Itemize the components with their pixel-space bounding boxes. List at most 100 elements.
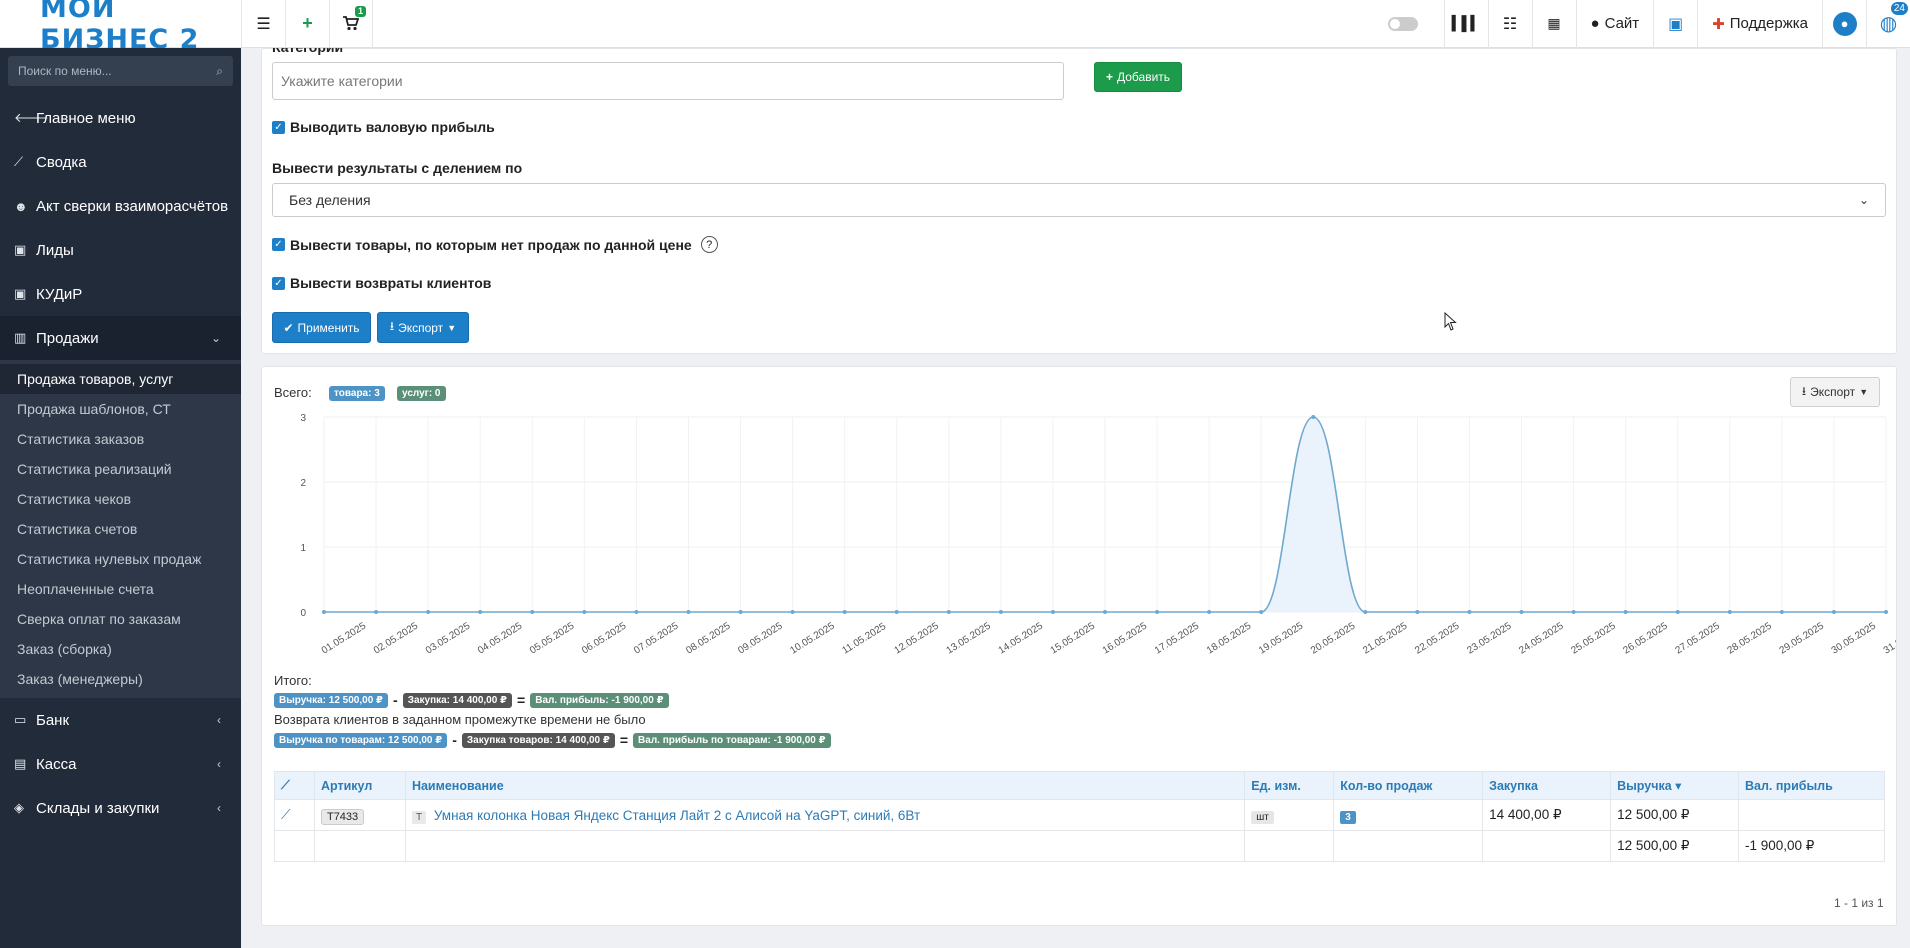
chevron-down-icon: ⌄ bbox=[210, 331, 221, 345]
data-point bbox=[1363, 610, 1368, 614]
itogo-label: Итого: bbox=[274, 673, 312, 688]
sidebar-item-sales[interactable]: ▥ Продажи ⌄ bbox=[0, 316, 241, 360]
empty-cell bbox=[1333, 830, 1484, 862]
checkbox-checked-icon: ✓ bbox=[272, 238, 285, 251]
qty-badge: 3 bbox=[1340, 810, 1356, 824]
submenu-item[interactable]: Неоплаченные счета bbox=[0, 574, 241, 604]
division-select[interactable]: Без деления ⌄ bbox=[272, 183, 1886, 217]
user-button[interactable]: ● bbox=[1822, 0, 1866, 48]
submenu-item[interactable]: Статистика чеков bbox=[0, 484, 241, 514]
y-tick-label: 2 bbox=[300, 478, 306, 489]
qty-cell: 3 bbox=[1333, 799, 1484, 831]
column-header-qty[interactable]: Кол-во продаж bbox=[1333, 771, 1484, 800]
data-point bbox=[842, 610, 847, 614]
barcode-icon: ▍▌▍ bbox=[1451, 15, 1481, 31]
submenu-item[interactable]: Заказ (менеджеры) bbox=[0, 664, 241, 694]
list-button[interactable]: ☷ bbox=[1487, 0, 1532, 48]
support-link[interactable]: ✚ Поддержка bbox=[1697, 0, 1822, 48]
data-point bbox=[946, 610, 951, 614]
sidebar-item-kudir[interactable]: ▣ КУДиР bbox=[0, 272, 241, 316]
sidebar-item-cash[interactable]: ▤ Касса ‹ bbox=[0, 742, 241, 786]
export-dropdown-button[interactable]: ⭳ Экспорт ▼ bbox=[377, 312, 469, 343]
app-button[interactable]: ▣ bbox=[1653, 0, 1697, 48]
y-tick-label: 1 bbox=[300, 543, 306, 554]
column-header-revenue[interactable]: Выручка ▾ bbox=[1610, 771, 1740, 800]
sidebar-item-reconciliation[interactable]: ☻ Акт сверки взаиморасчётов bbox=[0, 184, 241, 228]
chart-line-icon: ⟋ bbox=[14, 154, 24, 169]
column-header-name[interactable]: Наименование bbox=[404, 771, 1246, 800]
data-point bbox=[894, 610, 899, 614]
calendar-button[interactable]: ▦ bbox=[1531, 0, 1576, 48]
logo[interactable]: МОЙ БИЗНЕС 2 bbox=[0, 0, 241, 55]
no-sales-checkbox[interactable]: ✓ Вывести товары, по которым нет продаж … bbox=[272, 236, 718, 253]
top-bar: МОЙ БИЗНЕС 2 ☰ + 1 ▍▌▍ ☷ ▦ ● Сайт ▣ ✚ По… bbox=[0, 0, 1910, 55]
submenu-item[interactable]: Сверка оплат по заказам bbox=[0, 604, 241, 634]
submenu-item[interactable]: Статистика нулевых продаж bbox=[0, 544, 241, 574]
x-tick-label: 26.05.2025 bbox=[1621, 620, 1670, 655]
plus-icon: + bbox=[1105, 70, 1113, 84]
x-tick-label: 08.05.2025 bbox=[684, 620, 733, 655]
submenu-item[interactable]: Статистика счетов bbox=[0, 514, 241, 544]
add-button[interactable]: + bbox=[285, 0, 329, 48]
data-point bbox=[530, 610, 535, 614]
checkbox-checked-icon: ✓ bbox=[272, 276, 285, 290]
row-chart-cell[interactable]: ⟋ bbox=[274, 799, 315, 831]
product-link[interactable]: Умная колонка Новая Яндекс Станция Лайт … bbox=[434, 808, 920, 823]
chart-line-icon: ⟋ bbox=[281, 807, 291, 822]
data-point bbox=[1103, 610, 1107, 614]
sidebar-item-warehouses[interactable]: ◈ Склады и закупки ‹ bbox=[0, 786, 241, 830]
theme-toggle[interactable] bbox=[1387, 16, 1418, 31]
chevron-left-icon: ‹ bbox=[217, 757, 221, 771]
barcode-button[interactable]: ▍▌▍ bbox=[1443, 0, 1488, 48]
apply-button-label: Применить bbox=[297, 320, 360, 335]
medkit-icon: ✚ bbox=[1712, 15, 1725, 33]
add-category-button[interactable]: + Добавить bbox=[1094, 62, 1182, 92]
revenue-badge: Выручка: 12 500,00 ₽ bbox=[274, 692, 389, 708]
submenu-item[interactable]: Статистика заказов bbox=[0, 424, 241, 454]
x-tick-label: 12.05.2025 bbox=[892, 620, 941, 655]
pagination-info: 1 - 1 из 1 bbox=[1834, 896, 1884, 910]
categories-input[interactable]: Укажите категории bbox=[272, 62, 1064, 100]
column-header-purchase[interactable]: Закупка bbox=[1482, 771, 1612, 800]
site-link[interactable]: ● Сайт bbox=[1575, 0, 1654, 48]
menu-search-input[interactable]: Поиск по меню... ⌕ bbox=[8, 56, 233, 86]
notifications-button[interactable]: ◍ 24 bbox=[1866, 0, 1910, 48]
data-point bbox=[686, 610, 691, 614]
column-header-profit[interactable]: Вал. прибыль bbox=[1738, 771, 1885, 800]
submenu-item[interactable]: Заказ (сборка) bbox=[0, 634, 241, 664]
chevron-left-icon: ‹ bbox=[217, 801, 221, 815]
returns-checkbox[interactable]: ✓ Вывести возвраты клиентов bbox=[272, 275, 491, 291]
column-header-unit[interactable]: Ед. изм. bbox=[1244, 771, 1335, 800]
sidebar-item-summary[interactable]: ⟋ Сводка bbox=[0, 140, 241, 184]
x-tick-label: 23.05.2025 bbox=[1465, 620, 1514, 655]
column-header-article[interactable]: Артикул bbox=[313, 771, 406, 800]
credit-card-icon: ▭ bbox=[14, 712, 27, 727]
help-icon[interactable]: ? bbox=[700, 236, 718, 253]
cart-button[interactable]: 1 bbox=[329, 0, 373, 48]
data-point bbox=[1259, 610, 1264, 614]
column-header-chart[interactable]: ⟋ bbox=[274, 771, 315, 800]
menu-toggle-button[interactable]: ☰ bbox=[241, 0, 285, 48]
gross-profit-goods-badge: Вал. прибыль по товарам: -1 900,00 ₽ bbox=[633, 732, 831, 748]
sidebar-item-bank[interactable]: ▭ Банк ‹ bbox=[0, 698, 241, 742]
empty-cell bbox=[404, 830, 1246, 862]
submenu-item[interactable]: Продажа шаблонов, СТ bbox=[0, 394, 241, 424]
sidebar-item-leads[interactable]: ▣ Лиды bbox=[0, 228, 241, 272]
bar-chart-icon: ▥ bbox=[14, 330, 27, 345]
x-tick-label: 05.05.2025 bbox=[528, 620, 577, 655]
x-tick-label: 07.05.2025 bbox=[632, 620, 681, 655]
x-tick-label: 19.05.2025 bbox=[1257, 620, 1306, 655]
apply-button[interactable]: ✔ Применить bbox=[272, 312, 371, 343]
data-point bbox=[1831, 610, 1836, 614]
sidebar-item-label: Акт сверки взаиморасчётов bbox=[36, 197, 229, 215]
data-point bbox=[1155, 610, 1160, 614]
contact-card-icon: ▣ bbox=[14, 242, 27, 257]
submenu-item[interactable]: Продажа товаров, услуг bbox=[0, 364, 241, 394]
x-tick-label: 10.05.2025 bbox=[788, 620, 837, 655]
sidebar-item-label: Лиды bbox=[36, 241, 74, 259]
data-point bbox=[1727, 610, 1732, 614]
x-tick-label: 02.05.2025 bbox=[372, 620, 421, 655]
sidebar-item-main-menu[interactable]: 🡐 Главное меню bbox=[0, 96, 241, 140]
gross-profit-checkbox[interactable]: ✓ Выводить валовую прибыль bbox=[272, 119, 495, 135]
submenu-item[interactable]: Статистика реализаций bbox=[0, 454, 241, 484]
